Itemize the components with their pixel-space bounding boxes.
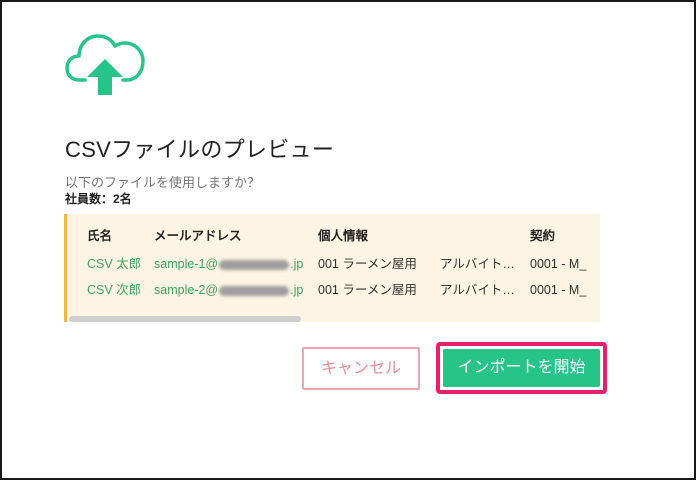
column-header-email: メールアドレス <box>154 229 242 243</box>
table-header-row: 氏名 メールアドレス 個人情報 契約 <box>67 222 600 250</box>
cell-personal-info-2: アルバイト… <box>440 257 515 271</box>
cell-personal-info-2: アルバイト… <box>440 283 515 297</box>
redacted-mask <box>219 259 290 270</box>
column-header-contract: 契約 <box>530 229 556 243</box>
column-header-personal-info: 個人情報 <box>318 229 369 243</box>
cell-personal-info: 001 ラーメン屋用 <box>318 257 417 271</box>
redacted-mask <box>219 285 290 296</box>
table-row: CSV 太郎 sample-1@ .jp 001 ラーメン屋用 アルバイト… 00… <box>67 250 600 278</box>
start-import-button[interactable]: インポートを開始 <box>443 349 600 387</box>
cell-personal-info: 001 ラーメン屋用 <box>318 283 417 297</box>
cancel-button[interactable]: キャンセル <box>302 347 420 390</box>
email-prefix: sample-1@ <box>154 257 219 271</box>
cloud-upload-icon <box>65 34 145 95</box>
csv-preview-table[interactable]: 氏名 メールアドレス 個人情報 契約 CSV 太郎 sample-1@ .jp 0… <box>64 214 600 322</box>
cell-email: sample-1@ .jp <box>154 250 309 278</box>
highlight-frame: インポートを開始 <box>436 342 607 394</box>
cell-contract: 0001 - M_ <box>530 257 587 271</box>
email-prefix: sample-2@ <box>154 283 219 297</box>
cell-name: CSV 太郎 <box>87 257 142 271</box>
dialog-title: CSVファイルのプレビュー <box>65 137 335 162</box>
csv-preview-dialog: CSVファイルのプレビュー 以下のファイルを使用しますか？ 社員数：2名 氏名 … <box>0 0 696 480</box>
employee-count: 社員数：2名 <box>65 192 132 206</box>
table-row: CSV 次郎 sample-2@ .jp 001 ラーメン屋用 アルバイト… 00… <box>67 276 600 304</box>
email-suffix: .jp <box>290 283 304 297</box>
scrollbar-thumb[interactable] <box>69 316 301 322</box>
cell-contract: 0001 - M_ <box>530 283 587 297</box>
column-header-name: 氏名 <box>87 229 113 243</box>
confirm-question: 以下のファイルを使用しますか？ <box>65 175 261 190</box>
cell-email: sample-2@ .jp <box>154 276 309 304</box>
column-header-personal-info-2 <box>440 222 526 250</box>
horizontal-scrollbar[interactable] <box>67 314 600 322</box>
cell-name: CSV 次郎 <box>87 283 142 297</box>
email-suffix: .jp <box>290 257 304 271</box>
